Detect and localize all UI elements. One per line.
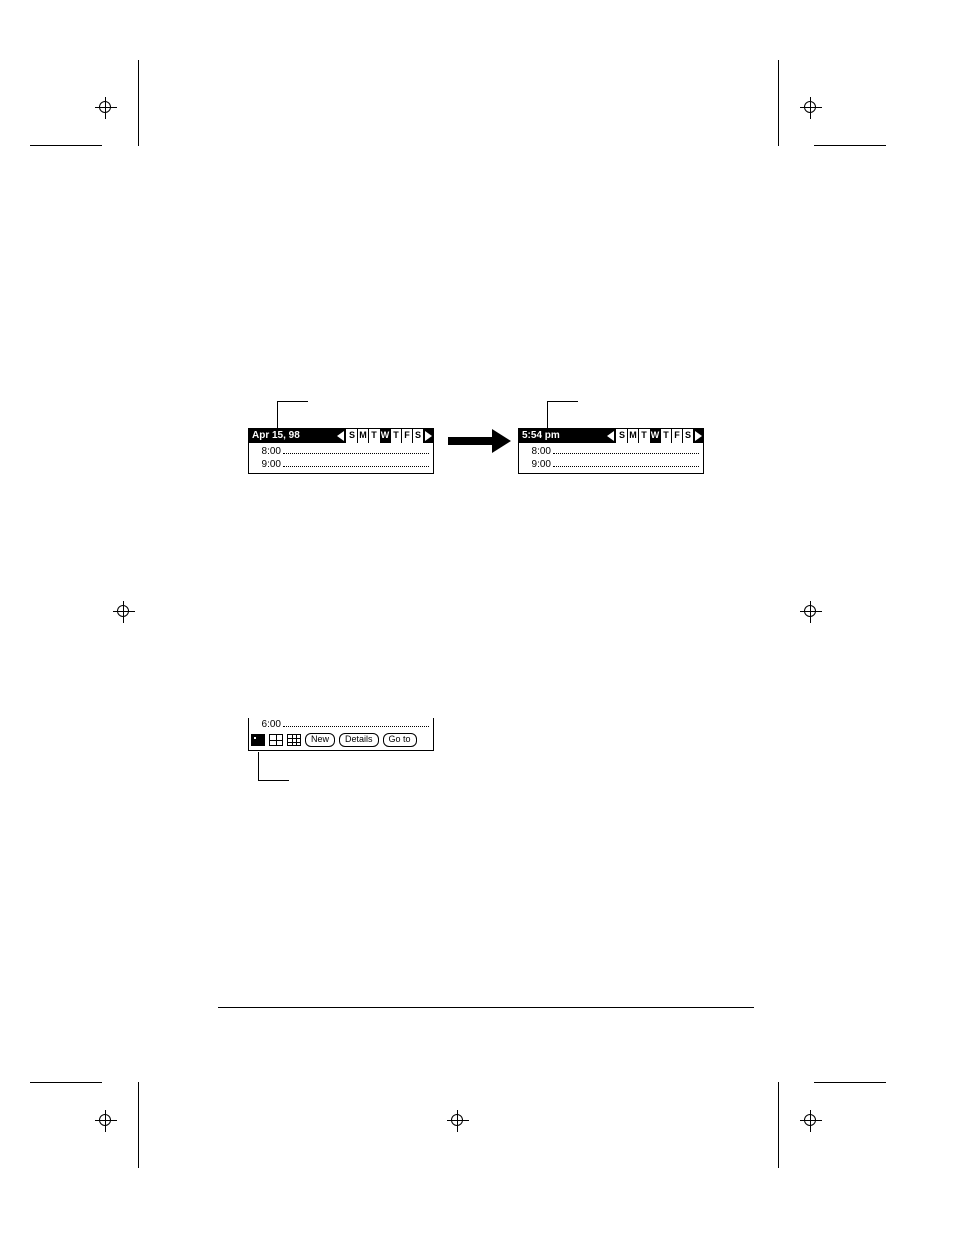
day-letter[interactable]: S: [346, 429, 357, 443]
prev-week-arrow-icon[interactable]: [336, 429, 346, 443]
time-row[interactable]: 6:00: [249, 718, 433, 732]
goto-button[interactable]: Go to: [383, 733, 417, 747]
registration-mark-icon: [95, 97, 117, 119]
callout-line: [258, 752, 289, 781]
time-label: 9:00: [253, 459, 283, 470]
day-letter[interactable]: S: [616, 429, 627, 443]
datebook-toolbar: 6:00 New Details Go to: [248, 718, 434, 751]
time-row[interactable]: 9:00: [519, 458, 703, 471]
entry-line[interactable]: [283, 718, 429, 727]
day-letter[interactable]: W: [649, 429, 660, 443]
month-view-button[interactable]: [287, 734, 301, 746]
next-week-arrow-icon[interactable]: [423, 429, 433, 443]
day-letter[interactable]: W: [379, 429, 390, 443]
time-label: 8:00: [523, 446, 553, 457]
time-label: 9:00: [523, 459, 553, 470]
registration-mark-icon: [447, 1110, 469, 1132]
datebook-header-before: Apr 15, 98 SMTWTFS 8:009:00: [248, 428, 434, 474]
prev-week-arrow-icon[interactable]: [606, 429, 616, 443]
time-row[interactable]: 8:00: [249, 445, 433, 458]
details-button[interactable]: Details: [339, 733, 379, 747]
day-letter[interactable]: T: [368, 429, 379, 443]
callout-line: [547, 401, 578, 430]
day-letter[interactable]: T: [660, 429, 671, 443]
week-view-button[interactable]: [269, 734, 283, 746]
registration-mark-icon: [800, 601, 822, 623]
day-letter[interactable]: S: [412, 429, 423, 443]
footer-rule: [218, 1007, 754, 1008]
next-week-arrow-icon[interactable]: [693, 429, 703, 443]
date-title[interactable]: Apr 15, 98: [249, 429, 303, 443]
registration-mark-icon: [113, 601, 135, 623]
time-label: 8:00: [253, 446, 283, 457]
registration-mark-icon: [95, 1110, 117, 1132]
day-letter[interactable]: F: [671, 429, 682, 443]
registration-mark-icon: [800, 1110, 822, 1132]
entry-line[interactable]: [283, 445, 429, 454]
entry-line[interactable]: [283, 458, 429, 467]
day-view-button[interactable]: [251, 734, 265, 746]
day-letter[interactable]: S: [682, 429, 693, 443]
registration-mark-icon: [800, 97, 822, 119]
day-letter[interactable]: F: [401, 429, 412, 443]
day-letter[interactable]: T: [638, 429, 649, 443]
time-row[interactable]: 9:00: [249, 458, 433, 471]
datebook-header-after: 5:54 pm SMTWTFS 8:009:00: [518, 428, 704, 474]
day-letter[interactable]: M: [627, 429, 638, 443]
transition-arrow-icon: [448, 428, 512, 454]
callout-line: [277, 401, 308, 430]
day-letter[interactable]: M: [357, 429, 368, 443]
time-row[interactable]: 8:00: [519, 445, 703, 458]
entry-line[interactable]: [553, 458, 699, 467]
entry-line[interactable]: [553, 445, 699, 454]
time-title[interactable]: 5:54 pm: [519, 429, 563, 443]
time-label: 6:00: [253, 719, 283, 730]
new-button[interactable]: New: [305, 733, 335, 747]
day-letter[interactable]: T: [390, 429, 401, 443]
